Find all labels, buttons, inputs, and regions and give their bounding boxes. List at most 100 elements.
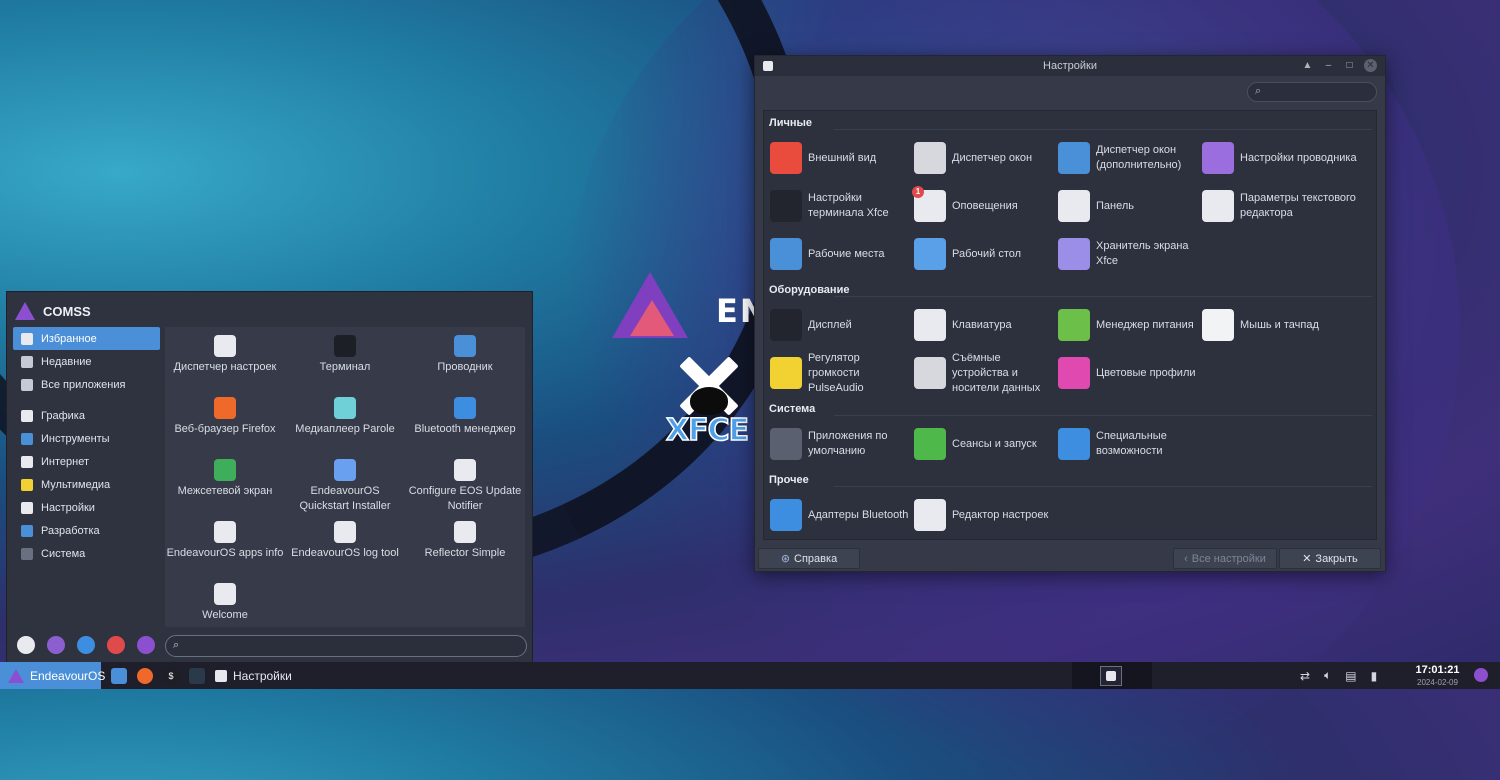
settings-item[interactable]: Хранитель экрана Xfce xyxy=(1058,230,1202,278)
workspace-switcher[interactable] xyxy=(1072,662,1152,689)
settings-item[interactable]: Регулятор громкости PulseAudio xyxy=(770,349,914,397)
menu-category-label: Графика xyxy=(41,409,85,422)
menu-app-label: EndeavourOS log tool xyxy=(291,547,399,559)
start-menu-button[interactable]: EndeavourOS xyxy=(0,662,105,689)
settings-item[interactable]: Клавиатура xyxy=(914,301,1058,349)
all-settings-label: Все настройки xyxy=(1191,552,1266,565)
file-manager-icon[interactable] xyxy=(111,667,127,684)
menu-app[interactable]: Проводник xyxy=(405,335,525,397)
menu-app[interactable]: Межсетевой экран xyxy=(165,459,285,521)
menu-app[interactable]: Терминал xyxy=(285,335,405,397)
settings-item[interactable]: Дисплей xyxy=(770,301,914,349)
menu-app-label: Терминал xyxy=(319,361,371,373)
menu-app[interactable]: EndeavourOS apps info xyxy=(165,521,285,583)
menu-app-label: Веб-браузер Firefox xyxy=(174,423,276,435)
close-button[interactable]: ✕ Закрыть xyxy=(1279,548,1381,569)
app-icon xyxy=(214,459,236,481)
help-button[interactable]: ⊛ Справка xyxy=(758,548,860,569)
settings-item[interactable]: Диспетчер окон (дополнительно) xyxy=(1058,134,1202,182)
menu-app[interactable]: Bluetooth менеджер xyxy=(405,397,525,459)
settings-item[interactable]: 1 Оповещения xyxy=(912,182,1058,230)
settings-item[interactable]: Редактор настроек xyxy=(914,491,1058,539)
menu-app-label: Медиаплеер Parole xyxy=(295,423,395,435)
menu-category[interactable]: Графика xyxy=(13,404,160,427)
settings-item-label: Сеансы и запуск xyxy=(952,437,1037,450)
settings-item[interactable]: Приложения по умолчанию xyxy=(770,420,914,468)
settings-item[interactable]: Настройки проводника xyxy=(1202,134,1362,182)
lock-icon[interactable] xyxy=(47,636,65,654)
menu-app[interactable]: Reflector Simple xyxy=(405,521,525,583)
settings-item[interactable]: Съёмные устройства и носители данных xyxy=(914,349,1058,397)
menu-category[interactable]: Настройки xyxy=(13,496,160,519)
menu-category-gap xyxy=(13,396,160,404)
settings-item[interactable]: Мышь и тачпад xyxy=(1202,301,1362,349)
network-icon[interactable]: ⇄ xyxy=(1300,669,1310,683)
workspace-1[interactable] xyxy=(1100,666,1122,686)
menu-search-input[interactable] xyxy=(188,638,522,654)
menu-category-label: Разработка xyxy=(41,524,100,537)
category-heading: Прочее xyxy=(769,474,809,486)
clock[interactable]: 17:01:21 2024-02-09 xyxy=(1410,664,1465,688)
switch-user-icon[interactable] xyxy=(77,636,95,654)
settings-app-icon xyxy=(763,61,773,71)
endeavour-logo-accent xyxy=(630,300,674,336)
settings-search[interactable]: ⌕ xyxy=(1247,82,1377,102)
settings-item[interactable]: Сеансы и запуск xyxy=(914,420,1058,468)
app-icon xyxy=(454,397,476,419)
category-icon xyxy=(21,409,33,422)
menu-category[interactable]: Избранное xyxy=(13,327,160,350)
menu-username: COMSS xyxy=(43,303,91,319)
menu-app[interactable]: Веб-браузер Firefox xyxy=(165,397,285,459)
menu-category-label: Недавние xyxy=(41,355,92,368)
menu-category[interactable]: Интернет xyxy=(13,450,160,473)
volume-icon[interactable]: 🔈︎ xyxy=(1324,668,1331,683)
window-titlebar[interactable]: Настройки ▲ – □ ✕ xyxy=(755,56,1385,76)
settings-item[interactable]: Менеджер питания xyxy=(1058,301,1202,349)
menu-category[interactable]: Все приложения xyxy=(13,373,160,396)
menu-category[interactable]: Разработка xyxy=(13,519,160,542)
settings-item[interactable]: Рабочий стол xyxy=(914,230,1058,278)
menu-category[interactable]: Мультимедиа xyxy=(13,473,160,496)
all-settings-button[interactable]: ‹ Все настройки xyxy=(1173,548,1277,569)
settings-item[interactable]: Диспетчер окон xyxy=(914,134,1058,182)
maximize-icon[interactable]: □ xyxy=(1343,59,1356,72)
menu-app[interactable]: EndeavourOS log tool xyxy=(285,521,405,583)
battery-icon[interactable]: ▮ xyxy=(1371,669,1378,683)
clipboard-icon[interactable]: ▤ xyxy=(1345,669,1356,683)
menu-app[interactable]: Диспетчер настроек xyxy=(165,335,285,397)
close-icon[interactable]: ✕ xyxy=(1364,59,1377,72)
settings-item[interactable]: Настройки терминала Xfce xyxy=(770,182,914,230)
category-icon xyxy=(21,547,33,560)
settings-item[interactable]: Рабочие места xyxy=(770,230,914,278)
taskbar-task-settings[interactable]: Настройки xyxy=(215,669,292,683)
settings-search-input[interactable] xyxy=(1270,84,1372,100)
menu-category[interactable]: Инструменты xyxy=(13,427,160,450)
settings-item[interactable]: Цветовые профили xyxy=(1058,349,1202,397)
menu-category[interactable]: Система xyxy=(13,542,160,565)
show-desktop-icon[interactable] xyxy=(189,667,205,684)
settings-item[interactable]: Параметры текстового редактора xyxy=(1202,182,1362,230)
settings-item[interactable]: Адаптеры Bluetooth xyxy=(770,491,914,539)
power-icon[interactable] xyxy=(107,636,125,654)
settings-item-label: Дисплей xyxy=(808,318,852,331)
logout-icon[interactable] xyxy=(137,636,155,654)
settings-manager-icon[interactable] xyxy=(17,636,35,654)
settings-item[interactable]: Панель xyxy=(1058,182,1202,230)
settings-item[interactable]: Специальные возможности xyxy=(1058,420,1202,468)
menu-category[interactable]: Недавние xyxy=(13,350,160,373)
menu-search[interactable]: ⌕ xyxy=(165,635,527,657)
eos-update-icon[interactable] xyxy=(1474,668,1488,682)
screensaver-icon xyxy=(1058,238,1090,270)
taskbar-task-label: Настройки xyxy=(233,668,292,683)
firefox-icon[interactable] xyxy=(137,667,153,684)
settings-item[interactable]: Внешний вид xyxy=(770,134,914,182)
minimize-icon[interactable]: – xyxy=(1322,59,1335,72)
menu-app[interactable]: EndeavourOS Quickstart Installer xyxy=(285,459,405,521)
terminal-icon[interactable]: $ xyxy=(163,667,179,684)
menu-category-label: Интернет xyxy=(41,455,89,468)
menu-app[interactable]: Медиаплеер Parole xyxy=(285,397,405,459)
menu-app-label: Bluetooth менеджер xyxy=(414,423,516,435)
shade-icon[interactable]: ▲ xyxy=(1301,59,1314,72)
menu-category-label: Избранное xyxy=(41,332,97,345)
menu-app[interactable]: Configure EOS Update Notifier xyxy=(405,459,525,521)
